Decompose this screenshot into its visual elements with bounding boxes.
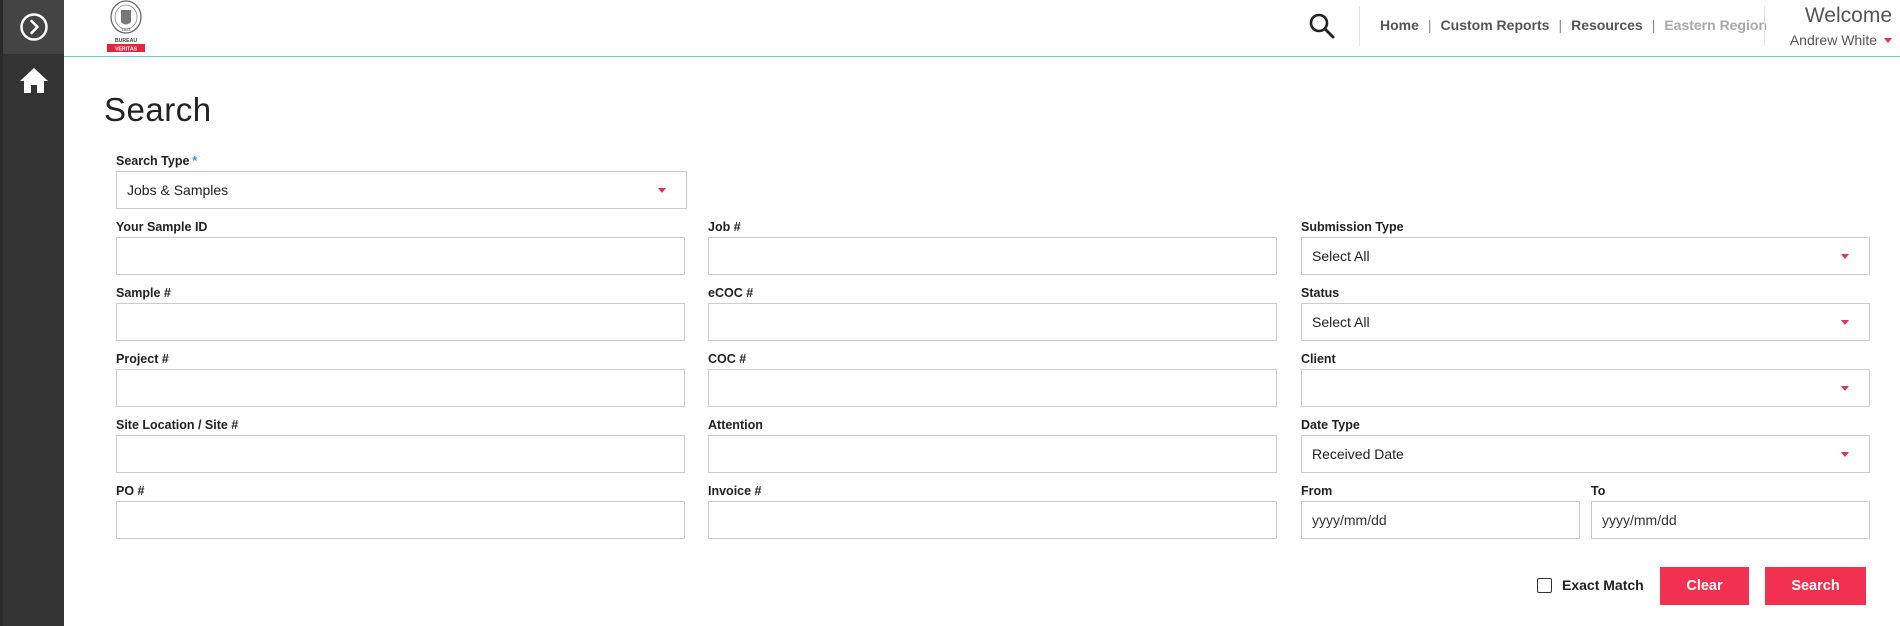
svg-text:BUREAU: BUREAU [115, 38, 137, 44]
status-label: Status [1301, 286, 1340, 300]
svg-text:VERITAS: VERITAS [115, 47, 138, 53]
from-date-field [1301, 501, 1580, 539]
client-label: Client [1301, 352, 1336, 366]
sample-no-field [116, 303, 685, 341]
project-no-field [116, 369, 685, 407]
search-type-label: Search Type * [116, 154, 198, 168]
nav-home-link[interactable]: Home [1380, 17, 1419, 33]
your-sample-id-field [116, 237, 685, 275]
exact-match-label: Exact Match [1562, 577, 1644, 593]
chevron-right-circle-icon [19, 13, 48, 41]
sidebar [0, 0, 64, 626]
invoice-no-field [708, 501, 1277, 539]
po-no-label: PO # [116, 484, 145, 498]
submission-type-label: Submission Type [1301, 220, 1404, 234]
job-no-input[interactable] [709, 238, 1276, 274]
site-location-label: Site Location / Site # [116, 418, 239, 432]
status-select[interactable]: Select All [1301, 303, 1870, 341]
attention-field [708, 435, 1277, 473]
to-date-field [1591, 501, 1870, 539]
po-no-field [116, 501, 685, 539]
caret-down-icon [1841, 385, 1849, 391]
sample-no-input[interactable] [117, 304, 684, 340]
home-icon [19, 68, 48, 93]
welcome-text: Welcome [1804, 4, 1892, 27]
po-no-input[interactable] [117, 502, 684, 538]
attention-label: Attention [708, 418, 763, 432]
exact-match-checkbox[interactable] [1537, 577, 1552, 593]
date-type-label: Date Type [1301, 418, 1360, 432]
caret-down-icon [1841, 319, 1849, 325]
nav-region-link[interactable]: Eastern Region [1664, 17, 1767, 33]
user-menu: Welcome Andrew White [1790, 4, 1892, 48]
project-no-label: Project # [116, 352, 169, 366]
your-sample-id-input[interactable] [117, 238, 684, 274]
invoice-no-input[interactable] [709, 502, 1276, 538]
to-date-label: To [1591, 484, 1606, 498]
sidebar-home-link[interactable] [3, 60, 64, 100]
job-no-label: Job # [708, 220, 741, 234]
top-header: 1828 BUREAU VERITAS Home | Custom Reports |… [64, 0, 1900, 57]
header-divider [1764, 6, 1765, 46]
sidebar-toggle-button[interactable] [3, 0, 64, 54]
from-date-input[interactable] [1302, 502, 1579, 538]
header-divider [1359, 6, 1360, 46]
invoice-no-label: Invoice # [708, 484, 762, 498]
caret-down-icon [1841, 253, 1849, 259]
project-no-input[interactable] [117, 370, 684, 406]
caret-down-icon [1841, 451, 1849, 457]
clear-button[interactable]: Clear [1660, 567, 1749, 605]
svg-text:1828: 1828 [122, 27, 132, 32]
user-name: Andrew White [1789, 32, 1877, 48]
ecoc-no-field [708, 303, 1277, 341]
submission-type-select[interactable]: Select All [1301, 237, 1870, 275]
client-select[interactable] [1301, 369, 1870, 407]
search-type-select[interactable]: Jobs & Samples [116, 171, 687, 209]
job-no-field [708, 237, 1277, 275]
site-location-field [116, 435, 685, 473]
your-sample-id-label: Your Sample ID [116, 220, 208, 234]
top-nav: Home | Custom Reports | Resources | Eastern Re… [1380, 17, 1768, 33]
search-icon[interactable] [1307, 11, 1337, 41]
ecoc-no-input[interactable] [709, 304, 1276, 340]
bureau-veritas-logo[interactable]: 1828 BUREAU VERITAS [104, 0, 148, 54]
attention-input[interactable] [709, 436, 1276, 472]
site-location-input[interactable] [117, 436, 684, 472]
caret-down-icon [1884, 37, 1892, 43]
caret-down-icon [658, 187, 666, 193]
search-button[interactable]: Search [1765, 567, 1866, 605]
coc-no-label: COC # [708, 352, 747, 366]
user-menu-toggle[interactable]: Andrew White [1790, 32, 1892, 48]
to-date-input[interactable] [1592, 502, 1869, 538]
page-title: Search [104, 91, 212, 128]
exact-match-option[interactable]: Exact Match [1537, 577, 1644, 593]
coc-no-field [708, 369, 1277, 407]
date-type-select[interactable]: Received Date [1301, 435, 1870, 473]
from-date-label: From [1301, 484, 1333, 498]
sample-no-label: Sample # [116, 286, 171, 300]
ecoc-no-label: eCOC # [708, 286, 754, 300]
nav-resources-link[interactable]: Resources [1571, 17, 1643, 33]
coc-no-input[interactable] [709, 370, 1276, 406]
nav-custom-reports-link[interactable]: Custom Reports [1441, 17, 1550, 33]
